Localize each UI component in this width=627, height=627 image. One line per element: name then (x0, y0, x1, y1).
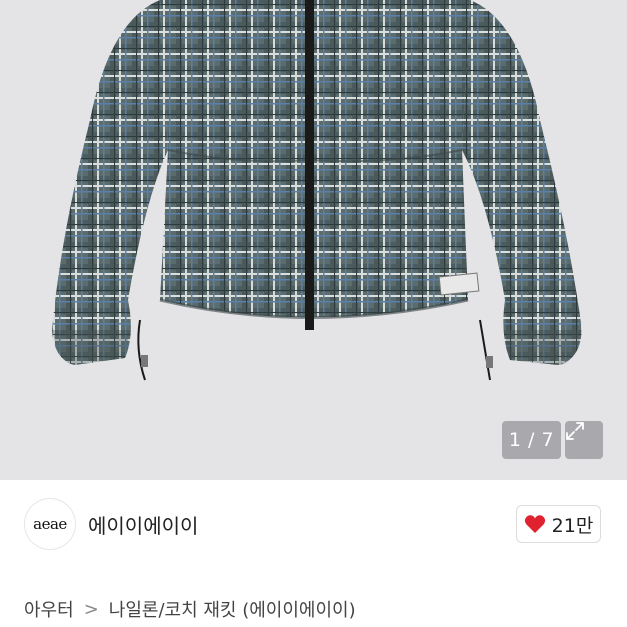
product-image (52, 0, 582, 381)
expand-icon (566, 422, 584, 440)
breadcrumb-category[interactable]: 아우터 (24, 596, 74, 622)
breadcrumb-item[interactable]: 나일론/코치 재킷 (에이이에이이) (109, 596, 356, 622)
image-counter: 1 / 7 (502, 421, 561, 459)
heart-icon (524, 515, 545, 533)
shop-info-row: aeae 에이이에이이 21만 (0, 480, 627, 570)
breadcrumb: 아우터 > 나일론/코치 재킷 (에이이에이이) (24, 596, 356, 622)
shop-logo[interactable]: aeae (24, 498, 76, 550)
like-count: 21만 (551, 514, 594, 537)
breadcrumb-separator: > (83, 598, 99, 620)
like-button[interactable]: 21만 (516, 505, 601, 543)
product-image-gallery[interactable]: 1 / 7 (0, 0, 627, 480)
shop-logo-text: aeae (33, 515, 67, 533)
shop-name[interactable]: 에이이에이이 (88, 510, 198, 539)
expand-button[interactable] (565, 421, 603, 459)
